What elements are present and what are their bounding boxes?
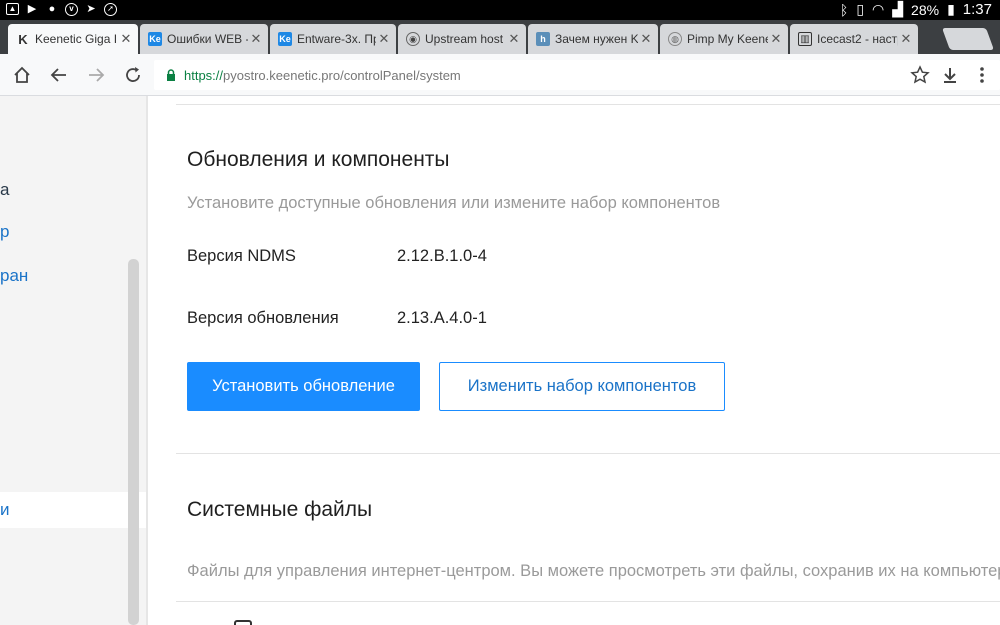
- system-icons: ᛒ ▯ ◠ ▟ 28% ▮ 1:37: [840, 1, 992, 18]
- address-bar[interactable]: https://pyostro.keenetic.pro/controlPane…: [154, 60, 1000, 90]
- reload-button[interactable]: [121, 63, 145, 87]
- chat-icon: ●: [48, 3, 56, 15]
- send-icon: ➤: [86, 3, 96, 15]
- tab-entware[interactable]: Ke Entware-3x. Про ✕: [270, 24, 396, 54]
- browser-toolbar: https://pyostro.keenetic.pro/controlPane…: [0, 54, 1000, 96]
- sidebar-item-2[interactable]: р: [0, 222, 9, 242]
- vibrate-icon: ▯: [856, 1, 865, 17]
- wifi-icon: ◠: [872, 1, 885, 17]
- main-content: Обновления и компоненты Установите досту…: [150, 96, 1000, 625]
- home-button[interactable]: [10, 63, 34, 87]
- tab-keenetic-giga[interactable]: K Keenetic Giga II ✕: [8, 24, 138, 54]
- install-update-button[interactable]: Установить обновление: [187, 362, 420, 411]
- tab-title: Зачем нужен Ku: [555, 32, 638, 46]
- url-scheme: https://: [184, 67, 224, 83]
- bookmark-star-button[interactable]: [910, 65, 930, 88]
- section-divider: [176, 453, 1000, 454]
- keenetic-favicon-icon: K: [18, 31, 28, 47]
- close-icon[interactable]: ✕: [118, 31, 134, 47]
- menu-button[interactable]: [972, 65, 992, 88]
- close-icon[interactable]: ✕: [376, 31, 392, 47]
- system-files-section-title: Системные файлы: [187, 498, 373, 521]
- url-text: pyostro.keenetic.pro/controlPanel/system: [223, 67, 461, 83]
- battery-icon: ▮: [947, 1, 955, 17]
- notification-icons: ▲ ▶ ● v ➤ ➚: [6, 2, 117, 16]
- download-icon: [944, 68, 956, 83]
- web-page: а р ран и Обновления и компоненты Устано…: [0, 96, 1000, 625]
- signal-icon: ▟: [892, 1, 904, 17]
- updates-section-subtitle: Установите доступные обновления или изме…: [187, 194, 721, 212]
- keenetic-forum-favicon-icon: Ke: [148, 32, 162, 46]
- star-icon: [910, 65, 930, 84]
- ndms-version-value: 2.12.B.1.0-4: [397, 247, 487, 265]
- home-icon: [14, 66, 30, 83]
- clock: 1:37: [962, 1, 992, 18]
- close-icon[interactable]: ✕: [638, 31, 654, 47]
- section-divider: [176, 601, 1000, 602]
- habr-favicon-icon: h: [536, 32, 550, 46]
- close-icon[interactable]: ✕: [248, 31, 264, 47]
- bluetooth-icon: ᛒ: [839, 1, 849, 18]
- close-icon[interactable]: ✕: [768, 31, 784, 47]
- tab-title: Icecast2 - настр: [817, 32, 898, 46]
- tab-title: Pimp My Keenetic: [687, 32, 768, 46]
- tab-pimp-my-keenetic[interactable]: ◍ Pimp My Keenetic ✕: [660, 24, 788, 54]
- tab-title: Keenetic Giga II: [35, 32, 118, 46]
- file-checkbox[interactable]: [234, 620, 252, 625]
- update-version-label: Версия обновления: [187, 309, 339, 327]
- tab-kubernetes[interactable]: h Зачем нужен Ku ✕: [528, 24, 658, 54]
- globe-favicon-icon: ◉: [406, 32, 420, 46]
- reload-icon: [126, 67, 140, 82]
- divider: [176, 104, 1000, 105]
- sidebar-item-1[interactable]: а: [0, 180, 9, 200]
- update-version-value: 2.13.A.4.0-1: [397, 309, 487, 327]
- keenetic-forum-favicon-icon: Ke: [278, 32, 292, 46]
- tab-web-errors[interactable]: Ke Ошибки WEB - 2 ✕: [140, 24, 268, 54]
- tab-title: Upstream host is: [425, 32, 506, 46]
- lock-icon: [167, 69, 175, 81]
- close-icon[interactable]: ✕: [898, 31, 914, 47]
- site-favicon-icon: ◍: [668, 32, 682, 46]
- android-status-bar: ▲ ▶ ● v ➤ ➚ ᛒ ▯ ◠ ▟ 28% ▮ 1:37: [0, 0, 1000, 20]
- more-vertical-icon: [980, 67, 984, 83]
- vivaldi-icon: v: [65, 2, 78, 16]
- new-tab-button[interactable]: [941, 28, 995, 50]
- sidebar-item-label: и: [0, 500, 10, 519]
- youtube-icon: ▶: [27, 3, 37, 15]
- sidebar-item-active[interactable]: и: [0, 492, 146, 528]
- close-icon[interactable]: ✕: [506, 31, 522, 47]
- arrow-right-icon: [89, 68, 105, 82]
- system-files-section-subtitle: Файлы для управления интернет-центром. В…: [187, 562, 1000, 580]
- forward-button[interactable]: [84, 63, 108, 87]
- icecast-favicon-icon: ▥: [798, 32, 812, 46]
- sidebar: а р ран и: [0, 96, 148, 625]
- change-components-button[interactable]: Изменить набор компонентов: [439, 362, 725, 411]
- back-button[interactable]: [47, 63, 71, 87]
- tab-strip: K Keenetic Giga II ✕ Ke Ошибки WEB - 2 ✕…: [0, 20, 1000, 54]
- tab-title: Entware-3x. Про: [297, 32, 376, 46]
- arrow-left-icon: [50, 68, 66, 82]
- image-icon: ▲: [6, 3, 19, 15]
- sidebar-scrollbar[interactable]: [128, 259, 139, 625]
- tab-upstream-host[interactable]: ◉ Upstream host is ✕: [398, 24, 526, 54]
- ndms-version-label: Версия NDMS: [187, 247, 296, 265]
- battery-percent: 28%: [911, 1, 940, 18]
- telegram-icon: ➚: [104, 2, 117, 16]
- tab-icecast2[interactable]: ▥ Icecast2 - настр ✕: [790, 24, 918, 54]
- tab-title: Ошибки WEB - 2: [167, 32, 248, 46]
- sidebar-item-3[interactable]: ран: [0, 266, 28, 286]
- download-button[interactable]: [940, 65, 960, 88]
- updates-section-title: Обновления и компоненты: [187, 148, 450, 171]
